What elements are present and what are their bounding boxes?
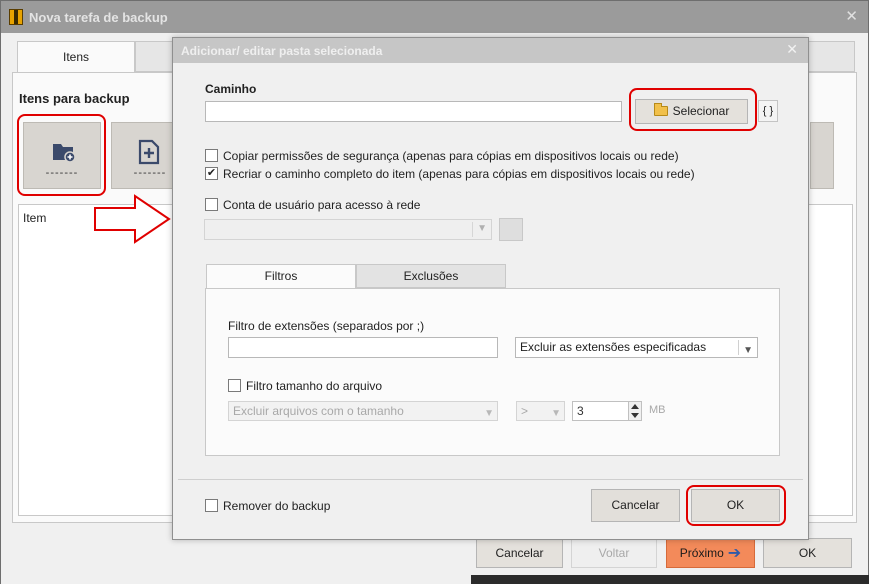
recreate-path-label: Recriar o caminho completo do item (apen… bbox=[223, 167, 695, 181]
tab-exclusoes[interactable]: Exclusões bbox=[356, 264, 506, 288]
items-heading: Itens para backup bbox=[19, 91, 130, 106]
network-user-checkbox[interactable] bbox=[205, 198, 218, 211]
tool-button-partial[interactable] bbox=[810, 122, 834, 189]
dialog-divider bbox=[178, 479, 803, 480]
next-button[interactable]: Próximo ➔ bbox=[666, 538, 755, 568]
chevron-down-icon: ▼ bbox=[743, 345, 753, 356]
size-unit: MB bbox=[649, 404, 666, 416]
select-separator bbox=[738, 340, 739, 355]
highlight-ok-button bbox=[686, 485, 786, 526]
file-add-icon bbox=[138, 139, 160, 165]
chevron-down-icon: ▼ bbox=[484, 408, 494, 419]
size-value-stepper[interactable]: 3 bbox=[572, 401, 642, 421]
extensions-filter-label: Filtro de extensões (separados por ;) bbox=[228, 319, 425, 333]
size-value: 3 bbox=[577, 404, 584, 418]
spinner[interactable] bbox=[628, 402, 641, 420]
item-column-header[interactable]: Item bbox=[23, 211, 46, 225]
extensions-filter-input[interactable] bbox=[228, 337, 498, 358]
spin-up-icon[interactable] bbox=[631, 404, 639, 409]
remove-from-backup-checkbox[interactable] bbox=[205, 499, 218, 512]
copy-permissions-label: Copiar permissões de segurança (apenas p… bbox=[223, 149, 679, 163]
dialog-titlebar: Adicionar/ editar pasta selecionada ✕ bbox=[173, 38, 808, 63]
main-window-title: Nova tarefa de backup bbox=[29, 10, 168, 25]
tab-filtros[interactable]: Filtros bbox=[206, 264, 356, 289]
dialog-cancel-button[interactable]: Cancelar bbox=[591, 489, 680, 522]
network-user-label: Conta de usuário para acesso à rede bbox=[223, 198, 421, 212]
back-button[interactable]: Voltar bbox=[571, 538, 657, 568]
remove-from-backup-label: Remover do backup bbox=[223, 499, 331, 513]
tab-itens[interactable]: Itens bbox=[17, 41, 135, 73]
main-titlebar: Nova tarefa de backup ✕ bbox=[1, 1, 868, 33]
filters-panel: Filtro de extensões (separados por ;) Ex… bbox=[205, 288, 780, 456]
copy-permissions-checkbox[interactable] bbox=[205, 149, 218, 162]
highlight-add-folder bbox=[17, 114, 106, 196]
next-button-label: Próximo bbox=[679, 546, 724, 560]
highlight-select-button bbox=[629, 88, 757, 131]
chevron-down-icon: ▼ bbox=[551, 408, 561, 419]
path-label: Caminho bbox=[205, 82, 257, 96]
user-account-button[interactable] bbox=[499, 218, 523, 241]
variables-button[interactable]: { } bbox=[758, 100, 778, 122]
recreate-path-checkbox[interactable]: ✔ bbox=[205, 167, 218, 180]
cancel-button[interactable]: Cancelar bbox=[476, 538, 563, 568]
arrow-right-icon: ➔ bbox=[727, 544, 742, 562]
ok-main-button[interactable]: OK bbox=[763, 538, 852, 568]
app-icon bbox=[9, 9, 23, 25]
add-edit-folder-dialog: Adicionar/ editar pasta selecionada ✕ Ca… bbox=[172, 37, 809, 540]
user-account-select[interactable]: ▼ bbox=[204, 219, 492, 240]
size-mode-value: Excluir arquivos com o tamanho bbox=[233, 404, 404, 418]
extensions-mode-value: Excluir as extensões especificadas bbox=[520, 340, 707, 354]
size-filter-checkbox[interactable] bbox=[228, 379, 241, 392]
size-mode-select[interactable]: Excluir arquivos com o tamanho ▼ bbox=[228, 401, 498, 421]
size-operator-select[interactable]: > ▼ bbox=[516, 401, 565, 421]
dialog-close-icon[interactable]: ✕ bbox=[786, 41, 798, 58]
spin-down-icon[interactable] bbox=[631, 413, 639, 418]
path-input[interactable] bbox=[205, 101, 622, 122]
dialog-title: Adicionar/ editar pasta selecionada bbox=[181, 44, 383, 58]
size-operator-value: > bbox=[521, 404, 529, 418]
taskbar-strip bbox=[471, 575, 869, 584]
size-filter-label: Filtro tamanho do arquivo bbox=[246, 379, 383, 393]
extensions-mode-select[interactable]: Excluir as extensões especificadas ▼ bbox=[515, 337, 758, 358]
chevron-down-icon: ▼ bbox=[477, 223, 487, 234]
main-close-icon[interactable]: ✕ bbox=[845, 7, 858, 25]
select-separator bbox=[472, 222, 473, 237]
annotation-arrow-icon bbox=[94, 194, 171, 244]
